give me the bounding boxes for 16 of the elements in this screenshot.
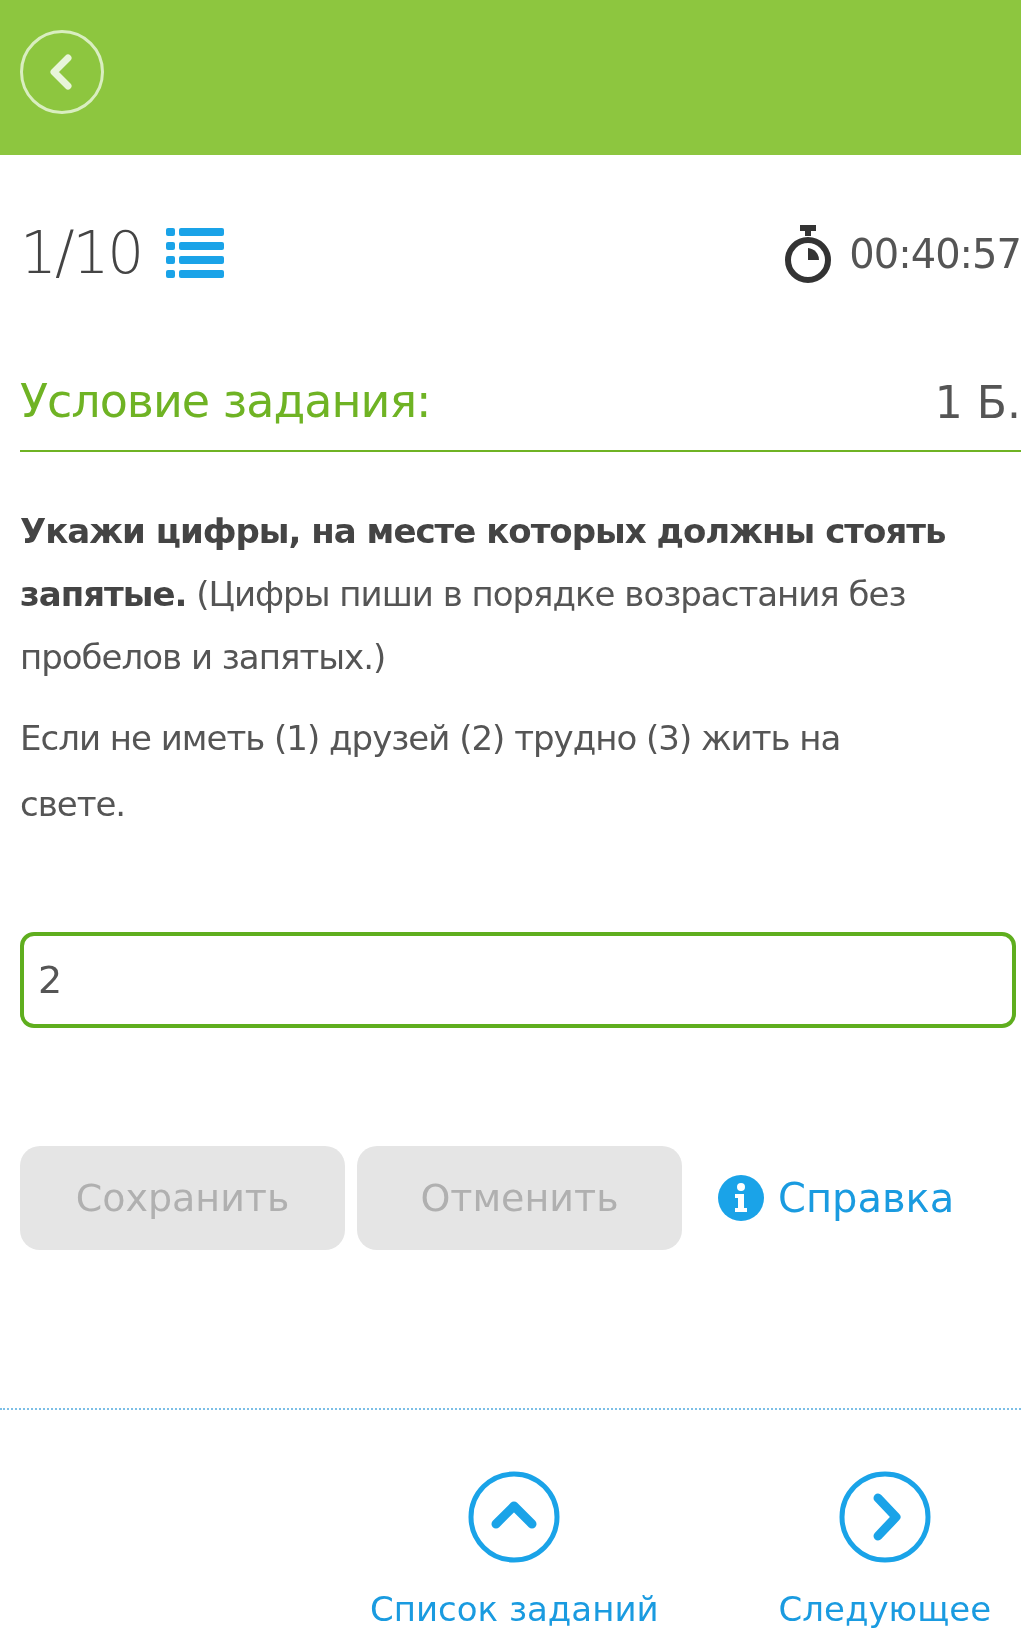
task-sentence: Если не иметь (1) друзей (2) трудно (3) жить на свете. — [20, 717, 842, 826]
stopwatch-icon — [783, 223, 834, 284]
chevron-up-icon — [467, 1470, 562, 1564]
task-instruction: Укажи цифры, на месте которых должны стоять запятые. (Цифры пиши в порядке возрастания без пробелов и запятых.) — [20, 510, 947, 679]
timer-text: 00:40:57 — [849, 229, 1021, 279]
task-list-nav-button[interactable]: Список заданий — [370, 1470, 659, 1635]
info-icon — [718, 1175, 764, 1221]
next-nav-button[interactable]: Следующее — [778, 1470, 992, 1635]
answer-field[interactable]: 2 — [20, 932, 1016, 1028]
chevron-right-icon — [837, 1470, 932, 1564]
section-title: Условие задания: — [20, 373, 431, 430]
points-text: 1 Б. — [934, 376, 1021, 430]
help-link[interactable]: Справка — [718, 1168, 955, 1228]
task-list-button[interactable] — [166, 227, 225, 280]
back-button[interactable] — [20, 30, 104, 114]
question-counter: 1/10 — [20, 218, 143, 289]
